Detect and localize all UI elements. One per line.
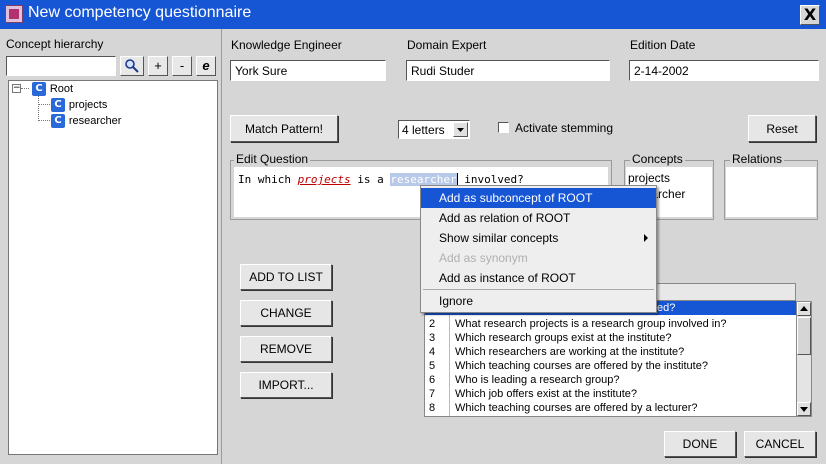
add-concept-button[interactable]: + <box>148 56 168 76</box>
add-to-list-button[interactable]: ADD TO LIST <box>240 264 332 290</box>
chevron-down-icon[interactable] <box>453 122 468 137</box>
column-divider <box>449 315 450 416</box>
remove-concept-button[interactable]: - <box>172 56 192 76</box>
close-button[interactable]: X <box>800 5 820 25</box>
tree-line <box>38 104 50 105</box>
menu-separator <box>423 289 654 290</box>
question-text-cell: What research projects is a research gro… <box>455 318 727 330</box>
menu-item-add-instance[interactable]: Add as instance of ROOT <box>421 268 656 288</box>
question-row[interactable]: 5 Which teaching courses are offered by … <box>425 359 796 373</box>
question-list-scrollbar[interactable] <box>796 301 812 417</box>
app-icon <box>5 5 23 23</box>
tree-node-root[interactable]: C Root <box>32 81 73 96</box>
menu-item-show-similar[interactable]: Show similar concepts <box>421 228 656 248</box>
tree-line <box>21 88 29 89</box>
letters-select[interactable]: 4 letters <box>398 120 470 139</box>
letters-select-value: 4 letters <box>402 123 445 137</box>
activate-stemming-checkbox[interactable] <box>498 122 509 133</box>
question-row[interactable]: 2 What research projects is a research g… <box>425 317 796 331</box>
tree-line <box>38 96 39 121</box>
match-pattern-button[interactable]: Match Pattern! <box>230 115 338 142</box>
knowledge-engineer-field[interactable]: York Sure <box>230 60 386 81</box>
concept-tree[interactable]: − C Root C projects C researcher <box>8 80 218 455</box>
done-button[interactable]: DONE <box>664 431 736 457</box>
question-number: 7 <box>429 388 436 400</box>
domain-expert-field[interactable]: Rudi Studer <box>406 60 610 81</box>
question-number: 4 <box>429 346 436 358</box>
concept-icon: C <box>51 97 65 112</box>
change-button[interactable]: CHANGE <box>240 300 332 326</box>
concept-icon: C <box>32 81 46 96</box>
menu-item-add-subconcept[interactable]: Add as subconcept of ROOT <box>421 188 656 208</box>
concept-hierarchy-panel: Concept hierarchy + - e − C Root C proje… <box>0 29 222 464</box>
knowledge-engineer-label: Knowledge Engineer <box>231 38 342 52</box>
title-bar: New competency questionnaire X <box>0 0 826 29</box>
question-row[interactable]: 8 Which teaching courses are offered by … <box>425 401 796 415</box>
tree-node-projects[interactable]: C projects <box>51 97 107 112</box>
collapse-toggle[interactable]: − <box>12 84 21 93</box>
context-menu: Add as subconcept of ROOT Add as relatio… <box>420 185 657 313</box>
scroll-up-icon[interactable] <box>797 302 811 316</box>
concept-hierarchy-label: Concept hierarchy <box>6 37 104 51</box>
cancel-button[interactable]: CANCEL <box>744 431 816 457</box>
question-text-cell: Which researchers are working at the ins… <box>455 346 685 358</box>
question-list[interactable]: ed? 2 What research projects is a resear… <box>424 301 796 417</box>
question-row[interactable]: 4 Which researchers are working at the i… <box>425 345 796 359</box>
question-number: 5 <box>429 360 436 372</box>
tree-node-researcher[interactable]: C researcher <box>51 113 121 128</box>
domain-expert-label: Domain Expert <box>407 38 487 52</box>
question-number: 6 <box>429 374 436 386</box>
tree-node-label: Root <box>49 83 74 95</box>
menu-item-label: Show similar concepts <box>439 231 559 245</box>
window-title: New competency questionnaire <box>28 4 252 21</box>
question-text-cell: Which research groups exist at the insti… <box>455 332 672 344</box>
reset-button[interactable]: Reset <box>748 115 816 142</box>
concept-icon: C <box>51 113 65 128</box>
question-text-cell: Who is leading a research group? <box>455 374 620 386</box>
highlighted-term-projects[interactable]: projects <box>298 173 351 186</box>
menu-item-ignore[interactable]: Ignore <box>421 291 656 311</box>
scroll-down-icon[interactable] <box>797 402 811 416</box>
edition-date-label: Edition Date <box>630 38 696 52</box>
question-text-cell: ed? <box>657 302 676 314</box>
concept-list-item[interactable]: projects <box>628 171 670 185</box>
menu-item-add-synonym: Add as synonym <box>439 251 528 265</box>
question-text-part: is a <box>350 173 391 186</box>
relations-list[interactable] <box>726 167 816 217</box>
question-text-cell: Which job offers exist at the institute? <box>455 388 637 400</box>
question-number: 3 <box>429 332 436 344</box>
tree-node-label: researcher <box>68 115 122 127</box>
search-button[interactable] <box>120 56 144 76</box>
question-number: 2 <box>429 318 436 330</box>
concept-search-input[interactable] <box>6 56 116 76</box>
tree-node-label: projects <box>68 99 108 111</box>
question-row[interactable]: 3 Which research groups exist at the ins… <box>425 331 796 345</box>
concepts-label: Concepts <box>630 152 685 166</box>
edition-date-field[interactable]: 2-14-2002 <box>629 60 819 81</box>
import-button[interactable]: IMPORT... <box>240 372 332 398</box>
edit-concept-button[interactable]: e <box>196 56 216 76</box>
search-icon <box>125 59 139 73</box>
question-number: 8 <box>429 402 436 414</box>
tree-line <box>38 120 50 121</box>
activate-stemming-label: Activate stemming <box>515 121 614 135</box>
question-text-cell: Which teaching courses are offered by a … <box>455 402 698 414</box>
scroll-thumb[interactable] <box>797 317 811 355</box>
question-text-cell: Which teaching courses are offered by th… <box>455 360 708 372</box>
relations-label: Relations <box>730 152 785 166</box>
question-text-part: In which <box>238 173 298 186</box>
menu-item-add-relation[interactable]: Add as relation of ROOT <box>421 208 656 228</box>
remove-button[interactable]: REMOVE <box>240 336 332 362</box>
edit-question-label: Edit Question <box>234 152 311 166</box>
question-row[interactable]: 7 Which job offers exist at the institut… <box>425 387 796 401</box>
question-row[interactable]: 6 Who is leading a research group? <box>425 373 796 387</box>
